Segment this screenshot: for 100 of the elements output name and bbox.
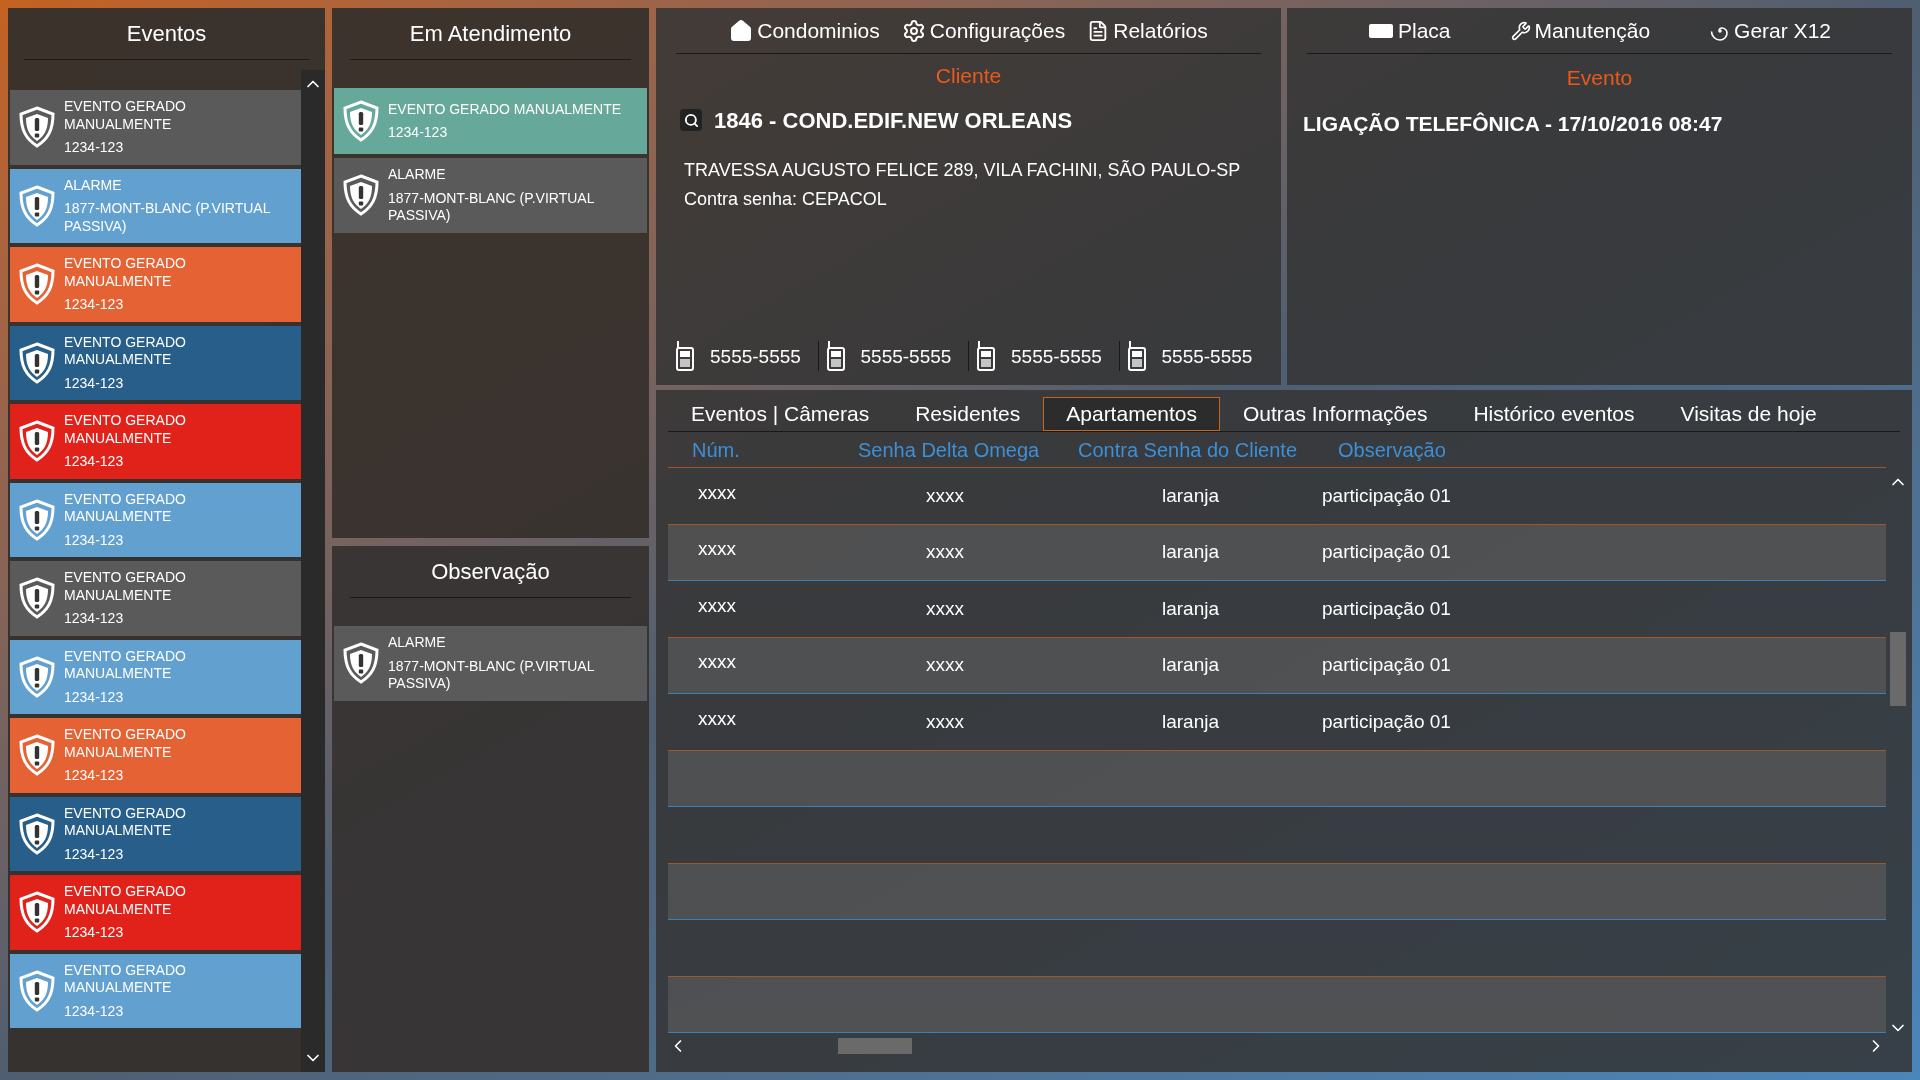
event-code: 1877-MONT-BLANC (P.VIRTUAL PASSIVA) bbox=[64, 200, 271, 235]
phone-icon bbox=[826, 341, 845, 371]
section-heading: Cliente bbox=[935, 63, 1002, 89]
panel-title: Eventos bbox=[126, 20, 207, 48]
event-item[interactable]: EVENTO GERADO MANUALMENTE 1234-123 bbox=[10, 90, 301, 165]
event-title: EVENTO GERADO MANUALMENTE bbox=[64, 255, 187, 290]
menu-label: Condominios bbox=[757, 17, 880, 44]
phone-icon bbox=[1127, 341, 1146, 371]
phone-icon bbox=[676, 341, 694, 371]
search-icon[interactable] bbox=[680, 109, 702, 131]
tab[interactable]: Visitas de hoje bbox=[1657, 397, 1840, 431]
event-code: 1234-123 bbox=[64, 688, 125, 706]
shield-alert-icon bbox=[18, 262, 56, 307]
event-code: 1234-123 bbox=[64, 296, 125, 314]
event-item[interactable]: EVENTO GERADO MANUALMENTE 1234-123 bbox=[10, 404, 301, 479]
wrench-icon bbox=[1510, 20, 1531, 41]
event-title: EVENTO GERADO MANUALMENTE bbox=[64, 569, 187, 604]
shield-alert-icon bbox=[18, 733, 56, 778]
event-title: ALARME bbox=[388, 166, 447, 184]
event-description: LIGAÇÃO TELEFÔNICA - 17/10/2016 08:47 bbox=[1303, 110, 1724, 137]
shield-alert-icon bbox=[342, 641, 380, 686]
shield-alert-icon bbox=[18, 654, 56, 699]
event-title: EVENTO GERADO MANUALMENTE bbox=[64, 647, 187, 683]
table-cell-text: xxxx bbox=[697, 650, 737, 674]
event-title: ALARME bbox=[388, 634, 447, 652]
event-code: 1234-123 bbox=[64, 531, 125, 549]
event-item[interactable]: ALARME 1877-MONT-BLANC (P.VIRTUAL PASSIVA) bbox=[334, 158, 647, 233]
shield-alert-icon bbox=[18, 105, 56, 150]
menu-label: Gerar X12 bbox=[1734, 17, 1831, 44]
event-title: EVENTO GERADO MANUALMENTE bbox=[64, 412, 187, 447]
phone-number: 5555-5555 bbox=[1161, 344, 1253, 369]
tab[interactable]: Histórico eventos bbox=[1450, 397, 1658, 431]
shield-alert-icon bbox=[18, 419, 56, 464]
event-title: EVENTO GERADO MANUALMENTE bbox=[64, 726, 187, 761]
table-cell-text: xxxx bbox=[697, 480, 737, 505]
tab[interactable]: Outras Informações bbox=[1220, 397, 1451, 431]
table-cell-text: participação 01 bbox=[1322, 540, 1452, 564]
event-code: 1234-123 bbox=[64, 374, 125, 392]
scroll-thumb[interactable] bbox=[1890, 632, 1906, 706]
tab[interactable]: Eventos | Câmeras bbox=[668, 397, 893, 431]
shield-alert-icon bbox=[18, 576, 56, 621]
event-code: 1234-123 bbox=[64, 453, 125, 471]
event-title: ALARME bbox=[64, 176, 123, 194]
menu-button[interactable]: Condominios bbox=[729, 14, 880, 47]
tab[interactable]: Residentes bbox=[892, 397, 1044, 431]
client-password: Contra senha: CEPACOL bbox=[684, 187, 888, 211]
shield-alert-icon bbox=[342, 173, 380, 218]
home-icon bbox=[729, 18, 754, 43]
table-cell-text: xxxx bbox=[925, 540, 965, 564]
event-code: 1234-123 bbox=[64, 139, 125, 157]
table-cell-text: participação 01 bbox=[1322, 483, 1452, 508]
panel-title: Observação bbox=[431, 558, 550, 586]
phone-number: 5555-5555 bbox=[860, 344, 952, 369]
section-heading: Evento bbox=[1566, 65, 1633, 91]
event-title: EVENTO GERADO MANUALMENTE bbox=[64, 804, 187, 840]
event-title: EVENTO GERADO MANUALMENTE bbox=[64, 490, 187, 526]
event-item[interactable]: EVENTO GERADO MANUALMENTE 1234-123 bbox=[10, 561, 301, 636]
event-title: EVENTO GERADO MANUALMENTE bbox=[64, 883, 187, 918]
client-address: TRAVESSA AUGUSTO FELICE 289, VILA FACHINI, SÃO PAULO-SP bbox=[684, 158, 1242, 182]
table-cell-text: participação 01 bbox=[1322, 709, 1452, 734]
table-cell-text: xxxx bbox=[697, 706, 737, 731]
table-cell-text: xxxx bbox=[697, 593, 737, 618]
event-title: EVENTO GERADO MANUALMENTE bbox=[64, 961, 187, 997]
scrollbar[interactable] bbox=[301, 70, 325, 1072]
settings-icon bbox=[901, 18, 926, 43]
menu-button[interactable]: Relatórios bbox=[1087, 14, 1208, 47]
event-code: 1877-MONT-BLANC (P.VIRTUAL PASSIVA) bbox=[388, 189, 595, 225]
table-cell-text: participação 01 bbox=[1322, 653, 1452, 677]
table-cell-text: xxxx bbox=[925, 596, 965, 621]
event-item[interactable]: EVENTO GERADO MANUALMENTE 1234-123 bbox=[10, 796, 301, 871]
event-item[interactable]: EVENTO GERADO MANUALMENTE 1234-123 bbox=[10, 325, 301, 400]
event-code: 1234-123 bbox=[388, 124, 449, 142]
event-code: 1234-123 bbox=[64, 767, 125, 785]
table-cell-text: xxxx bbox=[697, 537, 737, 561]
menu-label: Placa bbox=[1398, 17, 1451, 44]
shield-alert-icon bbox=[18, 497, 56, 542]
menu-label: Relatórios bbox=[1113, 17, 1208, 44]
event-item[interactable]: EVENTO GERADO MANUALMENTE 1234-123 bbox=[10, 875, 301, 950]
table-cell-text: participação 01 bbox=[1322, 596, 1452, 621]
table-cell-text: xxxx bbox=[925, 653, 965, 677]
event-code: 1234-123 bbox=[64, 924, 125, 942]
shield-alert-icon bbox=[18, 183, 56, 228]
menu-label: Configurações bbox=[929, 17, 1066, 44]
shield-alert-icon bbox=[18, 968, 56, 1013]
event-title: EVENTO GERADO MANUALMENTE bbox=[388, 100, 622, 118]
menu-button[interactable]: Placa bbox=[1368, 14, 1451, 47]
table-cell-text: xxxx bbox=[925, 709, 965, 734]
event-item[interactable]: ALARME 1877-MONT-BLANC (P.VIRTUAL PASSIVA) bbox=[334, 626, 647, 701]
shield-alert-icon bbox=[18, 890, 56, 935]
table-cell-text: xxxx bbox=[925, 483, 965, 508]
menu-button[interactable]: Configurações bbox=[901, 14, 1066, 47]
menu-button[interactable]: Manutenção bbox=[1510, 14, 1651, 47]
phone-icon bbox=[977, 341, 995, 371]
client-name: 1846 - COND.EDIF.NEW ORLEANS bbox=[714, 106, 1073, 135]
menu-button[interactable]: Gerar X12 bbox=[1710, 14, 1831, 47]
tab[interactable]: Apartamentos bbox=[1043, 397, 1220, 431]
scroll-thumb[interactable] bbox=[838, 1038, 912, 1054]
card-icon bbox=[1368, 22, 1394, 39]
event-code: 1877-MONT-BLANC (P.VIRTUAL PASSIVA) bbox=[388, 657, 595, 693]
event-code: 1234-123 bbox=[64, 1002, 125, 1020]
